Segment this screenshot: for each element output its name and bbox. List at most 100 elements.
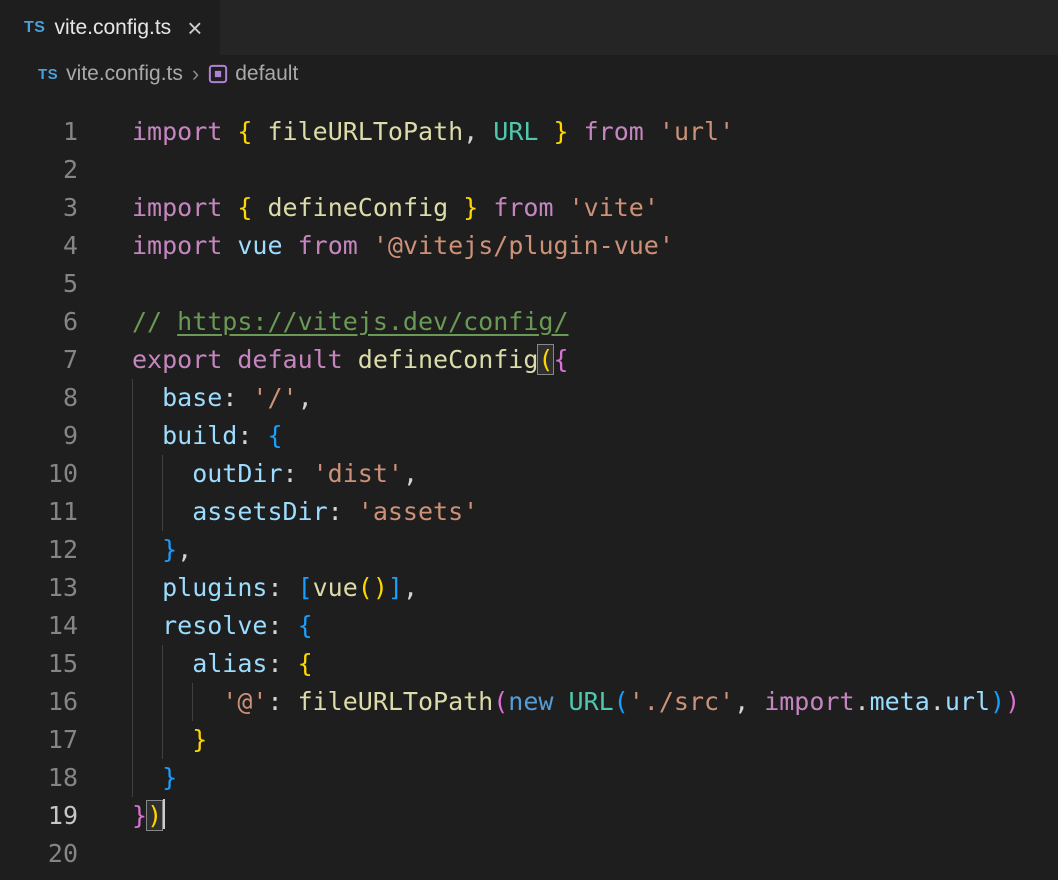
code-line: 6// https://vitejs.dev/config/ [0, 303, 1058, 341]
code-line-content: } [132, 721, 207, 759]
code-token [569, 117, 584, 146]
code-line-content: import vue from '@vitejs/plugin-vue' [132, 227, 674, 265]
code-token: { [553, 345, 568, 374]
code-token: fileURLToPath [268, 117, 464, 146]
code-token: assetsDir [192, 497, 327, 526]
code-token: url [945, 687, 990, 716]
code-token: ( [358, 573, 373, 602]
code-token: default [237, 345, 342, 374]
code-token: URL [569, 687, 614, 716]
indent-guide [162, 683, 163, 721]
indent-guide [132, 379, 133, 417]
code-token: URL [493, 117, 538, 146]
code-token [222, 117, 237, 146]
code-token: : [267, 687, 297, 716]
code-token: import [132, 117, 222, 146]
code-token [222, 193, 237, 222]
breadcrumb-symbol[interactable]: default [235, 62, 298, 86]
code-token: { [298, 611, 313, 640]
code-token: , [403, 459, 418, 488]
line-number: 12 [0, 531, 78, 569]
code-token: ( [538, 345, 553, 374]
code-line-content: assetsDir: 'assets' [132, 493, 478, 531]
code-token [478, 193, 493, 222]
indent-guide [132, 417, 133, 455]
code-line: 11assetsDir: 'assets' [0, 493, 1058, 531]
line-number: 7 [0, 341, 78, 379]
code-token: { [237, 193, 252, 222]
code-token [644, 117, 659, 146]
indent-guide [132, 455, 133, 493]
indent-guide [132, 531, 133, 569]
text-cursor [163, 799, 165, 829]
code-line: 18} [0, 759, 1058, 797]
code-token: plugins [162, 573, 267, 602]
code-token: . [930, 687, 945, 716]
line-number: 2 [0, 151, 78, 189]
code-token: : [267, 573, 297, 602]
code-token: ) [147, 801, 162, 830]
typescript-icon: TS [38, 66, 58, 83]
code-editor[interactable]: 1 import { fileURLToPath, URL } from 'url… [0, 93, 1058, 873]
code-token: 'dist' [313, 459, 403, 488]
code-token: , [463, 117, 493, 146]
code-token: } [162, 763, 177, 792]
code-line: 3import { defineConfig } from 'vite' [0, 189, 1058, 227]
code-token: [ [298, 573, 313, 602]
code-line: 15alias: { [0, 645, 1058, 683]
code-token: './src' [629, 687, 734, 716]
line-number: 9 [0, 417, 78, 455]
code-token: build [162, 421, 237, 450]
line-number: 8 [0, 379, 78, 417]
code-token: alias [192, 649, 267, 678]
code-token: } [132, 801, 147, 830]
line-number: 4 [0, 227, 78, 265]
code-token: defineConfig [268, 193, 449, 222]
close-icon[interactable]: × [187, 15, 202, 41]
code-token: ) [990, 687, 1005, 716]
code-line: 2 [0, 151, 1058, 189]
code-token [222, 345, 237, 374]
code-token: 'assets' [358, 497, 478, 526]
code-token: import [132, 193, 222, 222]
code-token: 'vite' [569, 193, 659, 222]
code-line: 19}) [0, 797, 1058, 835]
indent-guide [162, 721, 163, 759]
code-token: : [267, 611, 297, 640]
code-line-content: base: '/', [132, 379, 313, 417]
code-token: , [298, 383, 313, 412]
code-token [553, 687, 568, 716]
code-line: 4 import vue from '@vitejs/plugin-vue' [0, 227, 1058, 265]
line-number: 1 [0, 113, 78, 151]
code-token: . [855, 687, 870, 716]
code-line-content: import { defineConfig } from 'vite' [132, 189, 659, 227]
code-token: , [734, 687, 764, 716]
code-token: , [177, 535, 192, 564]
code-token: ) [373, 573, 388, 602]
indent-guide [132, 645, 133, 683]
code-token [538, 117, 553, 146]
code-token: ) [1005, 687, 1020, 716]
code-token [252, 117, 267, 146]
code-token [448, 193, 463, 222]
code-token: } [192, 725, 207, 754]
code-token: ( [493, 687, 508, 716]
tab-vite-config-ts[interactable]: TS vite.config.ts × [0, 0, 220, 55]
code-line-content: build: { [132, 417, 283, 455]
code-token: 'url' [659, 117, 734, 146]
breadcrumb-file[interactable]: vite.config.ts [66, 62, 183, 86]
breadcrumb: TS vite.config.ts › default [0, 55, 1058, 93]
code-line: 9 build: { [0, 417, 1058, 455]
code-token: vue [237, 231, 282, 260]
code-token: : [328, 497, 358, 526]
code-token: '@' [222, 687, 267, 716]
code-token: import [132, 231, 222, 260]
indent-guide [162, 455, 163, 493]
code-line: 12}, [0, 531, 1058, 569]
code-token [283, 231, 298, 260]
code-token [358, 231, 373, 260]
code-token: from [584, 117, 644, 146]
code-token: // [132, 307, 177, 336]
code-token [252, 193, 267, 222]
code-token: defineConfig [358, 345, 539, 374]
